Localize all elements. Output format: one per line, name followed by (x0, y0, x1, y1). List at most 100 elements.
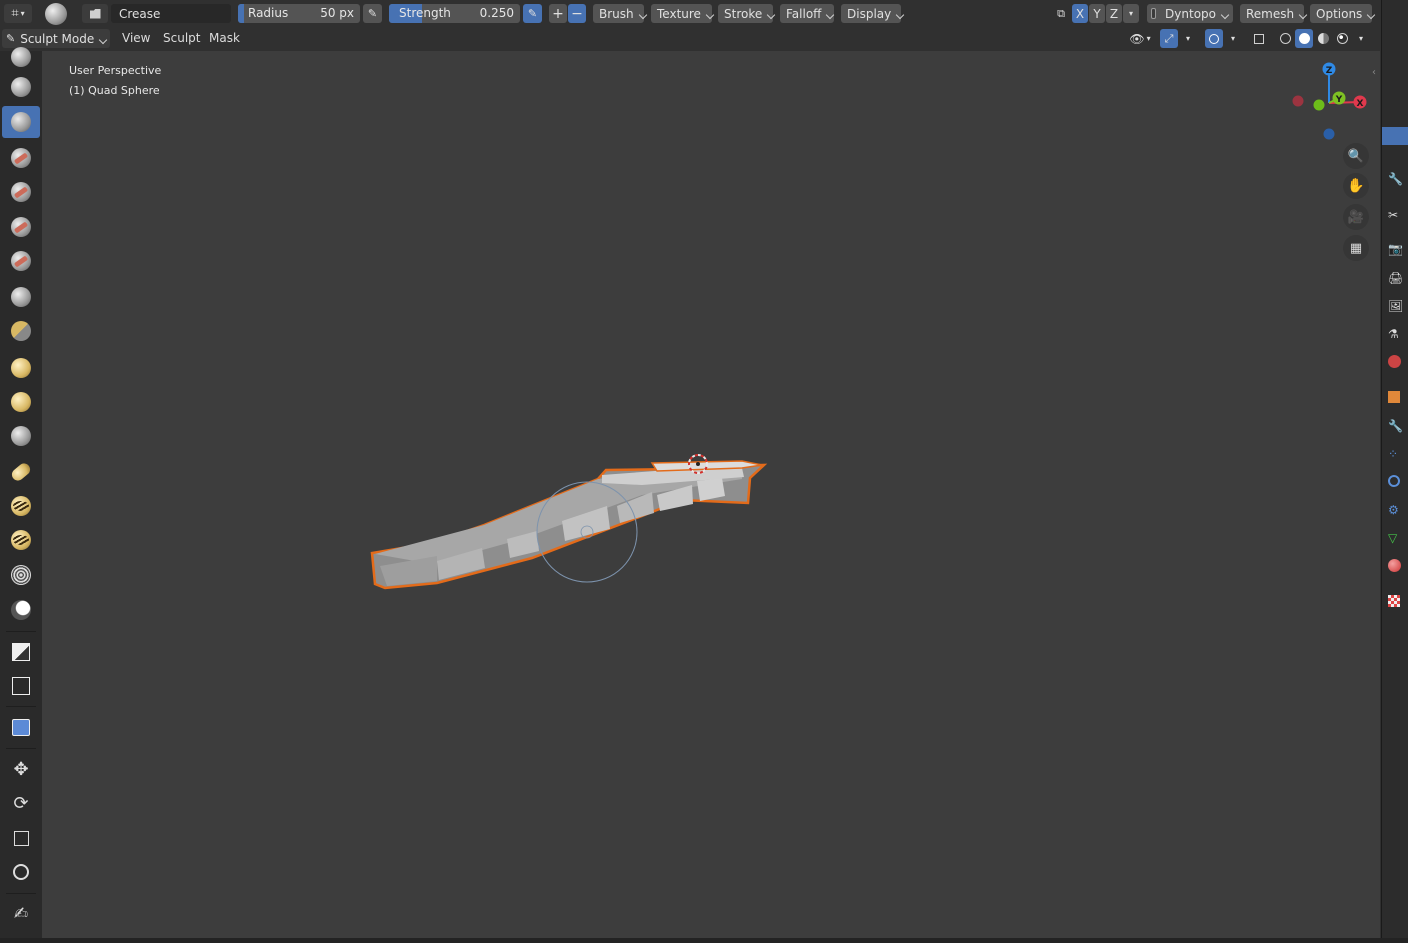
tool-draw-sharp[interactable] (2, 41, 40, 73)
tab-render[interactable]: 📷 (1388, 242, 1404, 258)
overlays-dropdown[interactable]: ▾ (1225, 29, 1241, 48)
radius-slider[interactable]: Radius 50 px (238, 4, 360, 23)
navigation-gizmo[interactable]: Y Z X (1292, 62, 1367, 140)
symmetry-y-toggle[interactable]: Y (1089, 4, 1105, 23)
tab-tool-props[interactable]: ✂ (1388, 208, 1404, 224)
stroke-menu-label: Stroke (724, 7, 779, 21)
tool-box-mask[interactable] (2, 636, 40, 668)
chevron-down-icon: ▾ (1230, 34, 1235, 43)
tool-blob[interactable] (2, 281, 40, 313)
tab-particles[interactable]: ⁘ (1388, 447, 1404, 463)
tool-box-hide[interactable] (2, 670, 40, 702)
tool-smooth[interactable] (2, 352, 40, 384)
tool-multiplane-scrape[interactable] (2, 490, 40, 522)
brush-menu-label: Brush (599, 7, 651, 21)
gizmo-dropdown[interactable]: ▾ (1180, 29, 1196, 48)
gizmo-neg-y-handle[interactable] (1313, 99, 1325, 111)
mask-menu[interactable]: Mask (209, 31, 240, 45)
radius-pressure-button[interactable]: ✎ (363, 4, 382, 23)
falloff-menu[interactable]: Falloff (780, 4, 834, 23)
tab-texture[interactable] (1388, 595, 1404, 611)
shading-wireframe-button[interactable] (1276, 29, 1294, 48)
tab-output[interactable]: 🖨 (1388, 271, 1404, 287)
overlays-toggle[interactable] (1205, 29, 1223, 48)
strength-pressure-button[interactable]: ✎ (523, 4, 542, 23)
pan-button[interactable]: ✋ (1343, 173, 1369, 199)
strength-slider[interactable]: Strength 0.250 (389, 4, 520, 23)
symmetry-x-toggle[interactable]: X (1072, 4, 1088, 23)
shading-rendered-button[interactable] (1333, 29, 1351, 48)
tool-clay[interactable] (2, 106, 40, 138)
display-menu[interactable]: Display (841, 4, 901, 23)
tool-mesh-filter[interactable] (2, 711, 40, 743)
sculpt-menu[interactable]: Sculpt (163, 31, 200, 45)
camera-view-button[interactable]: 🎥 (1343, 204, 1369, 230)
view-menu[interactable]: View (122, 31, 150, 45)
tool-annotate[interactable]: ✍ (2, 898, 40, 930)
tool-flatten[interactable] (2, 386, 40, 418)
dyntopo-checkbox[interactable] (1151, 8, 1157, 19)
brush-name-field[interactable]: Crease (111, 4, 231, 23)
layer-brush-icon (11, 217, 31, 237)
pinch-brush-icon (11, 530, 31, 550)
ortho-toggle-button[interactable]: ▦ (1343, 235, 1369, 261)
symmetry-options-dropdown[interactable]: ▾ (1123, 4, 1139, 23)
xray-toggle[interactable] (1250, 29, 1268, 48)
toolbar-separator (6, 893, 36, 894)
tab-view-layer[interactable]: 🖼 (1388, 299, 1404, 315)
symmetry-z-toggle[interactable]: Z (1106, 4, 1122, 23)
zoom-button[interactable]: 🔍 (1343, 143, 1369, 169)
tool-inflate[interactable] (2, 245, 40, 277)
brush-menu[interactable]: Brush (593, 4, 644, 23)
gizmo-neg-x-handle[interactable] (1292, 95, 1304, 107)
tool-layer[interactable] (2, 211, 40, 243)
tool-rotate[interactable]: ⟳ (2, 787, 40, 819)
3d-viewport[interactable]: User Perspective (1) Quad Sphere Y Z X 🔍… (42, 51, 1380, 938)
tool-grab[interactable] (2, 559, 40, 591)
tab-constraints[interactable]: ⚙ (1388, 503, 1404, 519)
tool-clay-strips[interactable] (2, 142, 40, 174)
grid-icon: ▦ (1349, 240, 1363, 256)
tool-scrape[interactable] (2, 456, 40, 488)
shading-material-button[interactable] (1314, 29, 1332, 48)
tool-transform[interactable] (2, 856, 40, 888)
tool-settings-icon: 🔧 (1388, 172, 1403, 186)
brush-browse-button[interactable] (82, 4, 108, 23)
tab-world[interactable] (1388, 355, 1404, 371)
tab-modifiers[interactable]: 🔧 (1388, 419, 1404, 435)
sidebar-toggle-icon[interactable]: ‹ (1372, 67, 1376, 78)
brush-preview-button[interactable] (42, 2, 70, 25)
tab-scene[interactable]: ⚗ (1388, 327, 1404, 343)
tab-tool[interactable]: 🔧 (1388, 172, 1404, 188)
texture-menu[interactable]: Texture (651, 4, 712, 23)
tool-scale[interactable] (2, 822, 40, 854)
tool-draw[interactable] (2, 71, 40, 103)
tab-object[interactable] (1388, 391, 1404, 407)
gizmo-toggle[interactable]: ⤢ (1160, 29, 1178, 48)
gizmo-neg-z-handle[interactable] (1323, 128, 1335, 140)
zoom-icon: 🔍 (1347, 148, 1365, 164)
radius-slider-fill (238, 4, 244, 23)
shading-solid-button[interactable] (1295, 29, 1313, 48)
tool-move[interactable]: ✥ (2, 753, 40, 785)
sculpt-mesh[interactable] (370, 460, 768, 590)
direction-add-button[interactable]: + (549, 4, 567, 23)
tool-fill[interactable] (2, 420, 40, 452)
shading-dropdown[interactable]: ▾ (1353, 29, 1369, 48)
visibility-dropdown[interactable]: 👁 ▾ (1125, 29, 1155, 48)
options-menu[interactable]: Options (1310, 4, 1372, 23)
remesh-menu[interactable]: Remesh (1240, 4, 1304, 23)
symmetry-button[interactable]: ⧉ (1052, 4, 1070, 23)
tab-material[interactable] (1388, 559, 1404, 575)
tab-physics[interactable] (1388, 475, 1404, 491)
tool-clay-thumb[interactable] (2, 176, 40, 208)
tool-crease[interactable] (2, 315, 40, 347)
tool-pinch[interactable] (2, 524, 40, 556)
camera-icon: 🎥 (1347, 209, 1365, 225)
dyntopo-panel[interactable]: Dyntopo (1147, 4, 1233, 23)
tab-data[interactable]: ▽ (1388, 531, 1404, 547)
tool-snake-hook[interactable] (2, 594, 40, 626)
direction-subtract-button[interactable]: − (568, 4, 586, 23)
stroke-menu[interactable]: Stroke (718, 4, 773, 23)
editor-type-button[interactable]: ⌗ ▾ (4, 4, 32, 23)
